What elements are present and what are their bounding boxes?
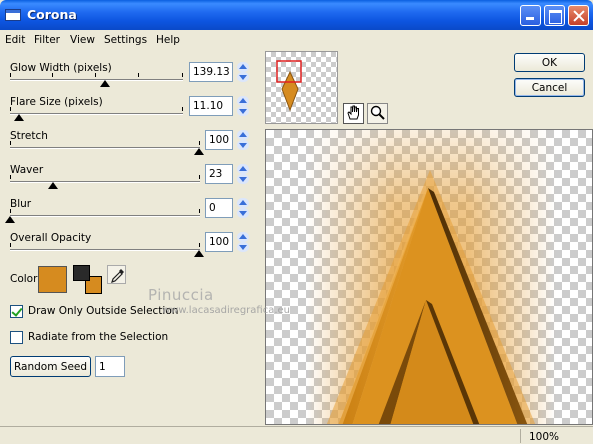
stretch-label: Stretch [10, 130, 48, 142]
eyedropper-icon[interactable] [107, 265, 126, 284]
waver-slider-track[interactable] [10, 181, 200, 183]
waver-slider-thumb[interactable] [48, 182, 59, 189]
blur-slider-thumb[interactable] [5, 216, 15, 223]
blur-spinner[interactable] [237, 198, 249, 218]
ok-button[interactable]: OK [514, 53, 585, 72]
stretch-slider-thumb[interactable] [194, 148, 204, 155]
hand-icon[interactable] [343, 103, 364, 124]
glow-width-label: Glow Width (pixels) [10, 62, 112, 74]
overall-opacity-spinner[interactable] [237, 232, 249, 252]
minimize-button[interactable] [520, 5, 541, 26]
watermark-name: Pinuccia [148, 286, 214, 304]
tick [10, 141, 11, 145]
glow-width-field[interactable]: 139.13 [189, 62, 233, 82]
blur-field[interactable]: 0 [205, 198, 233, 218]
preview-canvas[interactable] [265, 129, 593, 425]
flare-size-slider-thumb[interactable] [13, 114, 24, 121]
stretch-field[interactable]: 100 [205, 130, 233, 150]
radiate-label: Radiate from the Selection [28, 331, 169, 343]
color-swatch[interactable] [38, 266, 67, 293]
tick [199, 209, 200, 213]
flare-size-field[interactable]: 11.10 [189, 96, 233, 116]
tick [95, 73, 96, 77]
tick [52, 73, 53, 77]
tick [138, 73, 139, 77]
tick [10, 209, 11, 213]
seed-field[interactable]: 1 [95, 356, 125, 377]
maximize-button[interactable] [544, 5, 565, 26]
tick [10, 175, 11, 179]
blur-slider-track[interactable] [10, 215, 200, 217]
blur-label: Blur [10, 198, 32, 210]
flare-size-slider-track[interactable] [10, 113, 183, 115]
waver-field[interactable]: 23 [205, 164, 233, 184]
foreground-color-swatch[interactable] [73, 265, 90, 281]
tick [182, 73, 183, 77]
overall-opacity-label: Overall Opacity [10, 232, 92, 244]
overall-opacity-field[interactable]: 100 [205, 232, 233, 252]
outside-selection-checkbox[interactable] [10, 305, 23, 318]
corona-dialog: Corona Edit Filter View Settings Help Gl… [0, 0, 593, 444]
close-button[interactable] [568, 5, 589, 26]
status-bar: 100% [0, 426, 593, 444]
window-title: Corona [27, 7, 77, 22]
tick [199, 243, 200, 247]
magnifier-icon[interactable] [367, 103, 388, 124]
waver-spinner[interactable] [237, 164, 249, 184]
cancel-button[interactable]: Cancel [514, 78, 585, 97]
menu-bar: Edit Filter View Settings Help [0, 30, 593, 50]
color-label: Color [10, 273, 38, 285]
tick [182, 107, 183, 111]
menu-help[interactable]: Help [156, 34, 180, 46]
tick [199, 141, 200, 145]
navigator-thumbnail[interactable] [265, 51, 338, 124]
overall-opacity-slider-track[interactable] [10, 249, 200, 251]
watermark-url: www.lacasadiregrafica.eu [162, 305, 291, 316]
stretch-spinner[interactable] [237, 130, 249, 150]
glow-width-slider-thumb[interactable] [99, 80, 110, 87]
waver-label: Waver [10, 164, 44, 176]
menu-view[interactable]: View [70, 34, 95, 46]
menu-settings[interactable]: Settings [104, 34, 147, 46]
glow-width-spinner[interactable] [237, 62, 249, 82]
overall-opacity-slider-thumb[interactable] [194, 250, 204, 257]
tick [10, 73, 11, 77]
tick [10, 243, 11, 247]
zoom-level: 100% [529, 431, 560, 443]
tick [10, 107, 11, 111]
random-seed-button[interactable]: Random Seed [10, 356, 91, 377]
outside-selection-label: Draw Only Outside Selection [28, 305, 179, 317]
stretch-slider-track[interactable] [10, 147, 200, 149]
menu-filter[interactable]: Filter [34, 34, 60, 46]
tick [199, 175, 200, 179]
menu-edit[interactable]: Edit [5, 34, 25, 46]
radiate-checkbox[interactable] [10, 331, 23, 344]
title-bar[interactable]: Corona [0, 0, 593, 30]
window-icon [5, 9, 21, 21]
flare-size-spinner[interactable] [237, 96, 249, 116]
flare-size-label: Flare Size (pixels) [10, 96, 103, 108]
glow-width-slider-track[interactable] [10, 79, 183, 81]
status-separator [520, 429, 521, 443]
